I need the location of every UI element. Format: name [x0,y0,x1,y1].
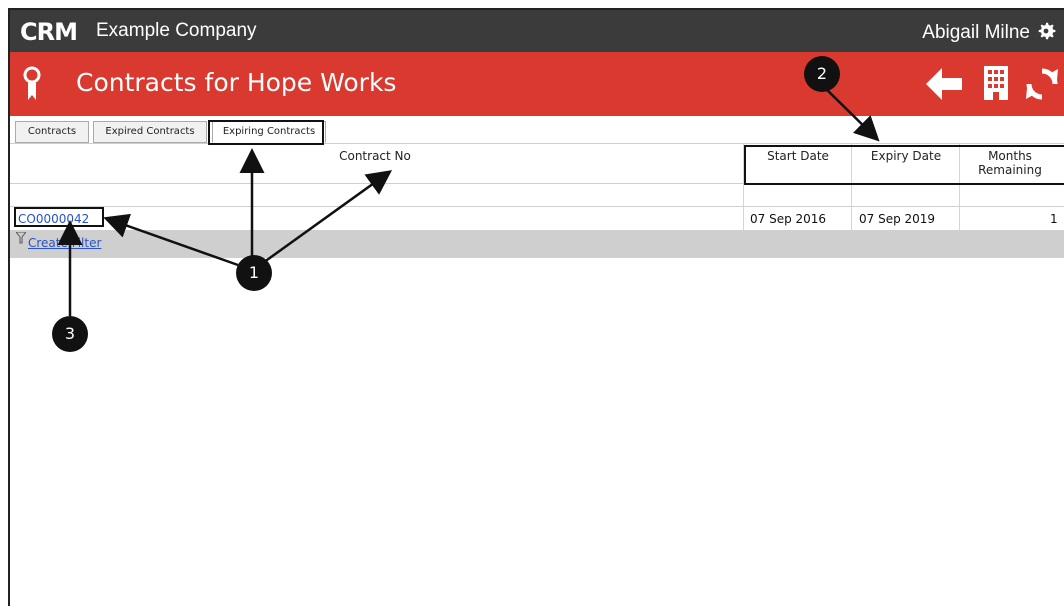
callout-2: 2 [804,56,840,92]
arrow-to-contract-link [103,213,239,267]
annotation-arrows [57,84,880,316]
arrow-to-date-columns [821,84,880,142]
app-window: CRM Example Company Abigail Milne Contra… [8,8,1064,606]
callout-1: 1 [236,255,272,291]
callout-3: 3 [52,316,88,352]
arrow-to-contract-header [259,170,393,267]
